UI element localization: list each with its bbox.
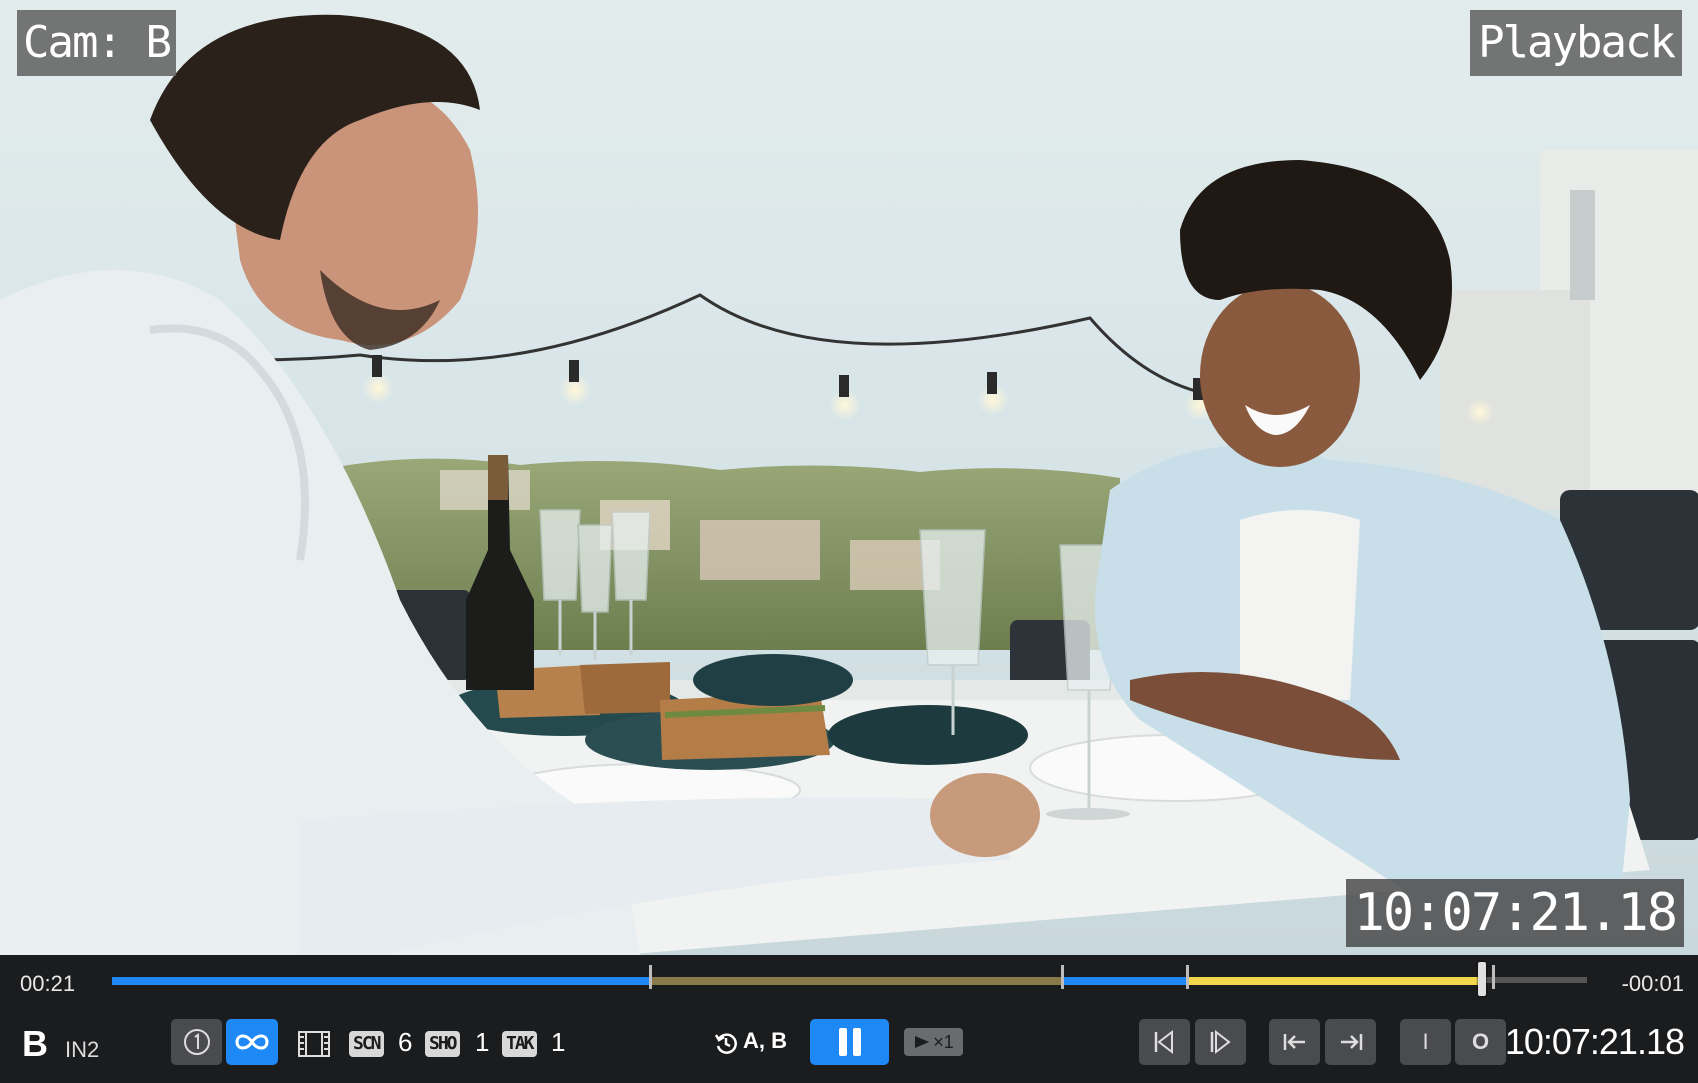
frame-timecode: 10:07:21.18	[1345, 879, 1684, 947]
timeline-segment	[650, 977, 1062, 985]
pause-icon	[838, 1028, 861, 1056]
step-forward-icon	[1210, 1029, 1231, 1055]
transport-bar: 00:21 -00:01 B IN2 SCN 6 SHO 1 TAK 1 A, …	[0, 955, 1698, 1083]
scene-badge: SCN	[349, 1031, 384, 1057]
step-back-button[interactable]	[1139, 1019, 1190, 1065]
speed-label: ×1	[933, 1031, 954, 1052]
ab-sources: A, B	[743, 1028, 787, 1053]
timeline-marker	[1491, 965, 1495, 989]
single-play-button[interactable]	[171, 1019, 222, 1065]
take-badge: TAK	[502, 1031, 537, 1057]
timeline-segment	[112, 977, 651, 985]
loop-button[interactable]	[226, 1019, 278, 1065]
timeline-marker	[1060, 965, 1064, 989]
ab-sync-icon	[714, 1031, 738, 1059]
mode-label: Playback	[1470, 10, 1682, 76]
pause-button[interactable]	[810, 1019, 889, 1065]
step-back-icon	[1154, 1029, 1173, 1055]
single-play-icon	[183, 1029, 210, 1055]
video-frame[interactable]: Cam: B Playback 10:07:21.18	[0, 0, 1698, 955]
timeline-marker	[1186, 965, 1190, 989]
video-viewer: Cam: B Playback 10:07:21.18 00:21 -00:01…	[0, 0, 1698, 1083]
remaining-time: -00:01	[1621, 971, 1684, 996]
input-label: IN2	[65, 1037, 100, 1062]
video-image	[0, 0, 1698, 955]
shot-number: 1	[475, 1027, 490, 1057]
speed-button[interactable]: ×1	[904, 1028, 963, 1056]
play-speed-icon	[915, 1036, 930, 1048]
go-to-out-button[interactable]	[1325, 1019, 1376, 1065]
mark-out-button[interactable]: O	[1455, 1019, 1506, 1065]
go-to-out-icon	[1340, 1034, 1362, 1050]
loop-icon	[235, 1034, 269, 1050]
step-forward-button[interactable]	[1195, 1019, 1246, 1065]
go-to-in-icon	[1283, 1034, 1305, 1050]
camera-label: Cam: B	[17, 10, 176, 76]
elapsed-time: 00:21	[20, 971, 76, 996]
scene-number: 6	[398, 1027, 413, 1057]
go-to-in-button[interactable]	[1269, 1019, 1320, 1065]
controls-row: B IN2 SCN 6 SHO 1 TAK 1 A, B ×1 I O 10:0…	[0, 1017, 1698, 1073]
timeline-segment	[1482, 977, 1587, 983]
mark-in-button[interactable]: I	[1400, 1019, 1451, 1065]
timeline-marker	[649, 965, 653, 989]
playhead-handle[interactable]	[1478, 962, 1487, 996]
timeline-scrubber[interactable]	[112, 962, 1587, 996]
film-strip-icon	[298, 1031, 330, 1061]
shot-badge: SHO	[425, 1031, 460, 1057]
camera-letter: B	[22, 1023, 48, 1064]
take-number: 1	[551, 1027, 566, 1057]
timeline-segment	[1061, 977, 1188, 985]
timeline-segment	[1187, 977, 1483, 985]
timecode-display: 10:07:21.18	[1504, 1021, 1685, 1062]
